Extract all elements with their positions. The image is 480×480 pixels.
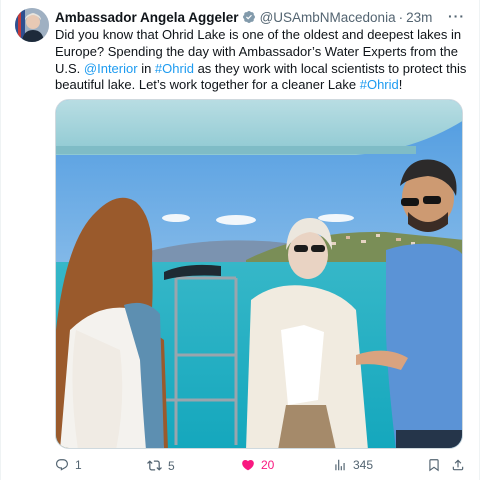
share-icon (451, 458, 465, 472)
views-icon (333, 458, 347, 472)
like-button[interactable]: 20 (241, 458, 274, 472)
tweet-header: Ambassador Angela Aggeler @USAmbNMacedon… (55, 8, 465, 25)
tweet-text-part: in (137, 60, 155, 76)
tweet-photo[interactable] (55, 99, 463, 449)
timestamp[interactable]: 23m (406, 10, 432, 25)
more-icon[interactable]: ··· (448, 8, 465, 24)
tweet-text: Did you know that Ohrid Lake is one of t… (55, 27, 467, 94)
views-count: 345 (353, 458, 374, 472)
avatar[interactable] (15, 8, 49, 42)
heart-icon (241, 458, 255, 472)
repost-button[interactable]: 5 (147, 458, 175, 473)
bookmark-button[interactable] (427, 458, 441, 472)
repost-count: 5 (168, 458, 175, 473)
views-button[interactable]: 345 (333, 458, 373, 472)
reply-icon (55, 458, 69, 472)
share-button[interactable] (451, 458, 465, 472)
bookmark-icon (427, 458, 441, 472)
hashtag-link[interactable]: #Ohrid (155, 61, 194, 76)
action-bar: 1 5 20 345 (55, 458, 465, 476)
verified-icon (242, 10, 256, 24)
tweet[interactable]: Ambassador Angela Aggeler @USAmbNMacedon… (0, 0, 480, 480)
author-name[interactable]: Ambassador Angela Aggeler (55, 10, 239, 25)
mention-link[interactable]: @Interior (84, 61, 138, 76)
reply-button[interactable]: 1 (55, 458, 82, 472)
reply-count: 1 (75, 458, 82, 472)
like-count: 20 (261, 458, 275, 472)
separator-dot: · (398, 9, 404, 25)
repost-icon (147, 458, 162, 473)
tweet-text-part: ! (398, 77, 403, 93)
hashtag-link[interactable]: #Ohrid (360, 77, 399, 92)
author-handle[interactable]: @USAmbNMacedonia (260, 10, 396, 25)
